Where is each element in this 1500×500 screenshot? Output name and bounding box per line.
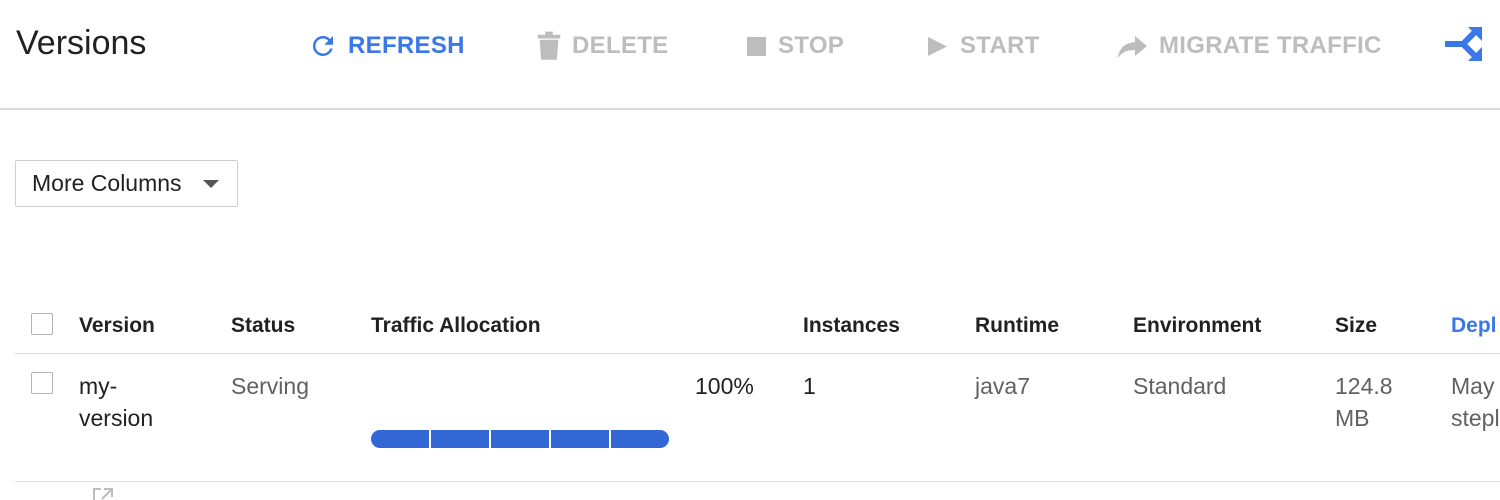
page-title: Versions	[16, 24, 147, 62]
delete-label: DELETE	[572, 32, 669, 59]
refresh-button[interactable]: REFRESH	[308, 28, 465, 64]
runtime-cell: java7	[975, 373, 1030, 399]
traffic-bar-segment	[491, 430, 549, 448]
split-traffic-icon	[1445, 27, 1482, 61]
traffic-bar-segment	[611, 430, 669, 448]
column-header-size[interactable]: Size	[1335, 314, 1377, 338]
more-columns-dropdown[interactable]: More Columns	[15, 160, 238, 207]
refresh-icon	[312, 35, 333, 56]
traffic-bar-segment	[431, 430, 489, 448]
stop-button[interactable]: STOP	[746, 28, 844, 64]
instances-cell[interactable]: 1	[803, 370, 816, 402]
size-cell: 124.8 MB	[1335, 370, 1393, 434]
start-button[interactable]: START	[926, 28, 1040, 64]
version-name[interactable]: my- version	[79, 370, 153, 434]
column-header-version[interactable]: Version	[79, 314, 155, 338]
version-name-line-1: my-	[79, 373, 118, 399]
deployed-cell: May stepl	[1451, 370, 1500, 434]
versions-table: Version Status Traffic Allocation Instan…	[15, 300, 1500, 500]
column-header-instances[interactable]: Instances	[803, 314, 900, 338]
traffic-percent: 100%	[695, 373, 754, 399]
size-unit: MB	[1335, 405, 1370, 431]
start-label: START	[960, 32, 1040, 59]
select-all-checkbox[interactable]	[31, 313, 53, 335]
stop-icon	[747, 37, 766, 56]
forward-arrow-icon	[1118, 36, 1147, 58]
more-columns-label: More Columns	[32, 170, 182, 196]
column-header-runtime[interactable]: Runtime	[975, 314, 1059, 338]
deployed-date: May	[1451, 373, 1495, 399]
environment-cell: Standard	[1133, 373, 1227, 399]
column-header-environment[interactable]: Environment	[1133, 314, 1261, 338]
deployed-by: stepl	[1451, 405, 1500, 431]
stop-label: STOP	[778, 32, 845, 59]
migrate-traffic-button[interactable]: MIGRATE TRAFFIC	[1117, 28, 1382, 64]
version-name-line-2: version	[79, 405, 154, 431]
table-header: Version Status Traffic Allocation Instan…	[15, 300, 1500, 354]
traffic-bar-segment	[551, 430, 609, 448]
migrate-traffic-label: MIGRATE TRAFFIC	[1159, 32, 1382, 59]
column-header-traffic-allocation[interactable]: Traffic Allocation	[371, 314, 541, 338]
open-in-new-icon[interactable]	[91, 486, 115, 500]
delete-button[interactable]: DELETE	[536, 28, 668, 64]
traffic-allocation-bar	[371, 430, 669, 448]
traffic-bar-segment	[371, 430, 429, 448]
caret-down-icon	[203, 180, 219, 188]
versions-page: Versions REFRESH DELETE STOP START MIGRA…	[0, 0, 1500, 500]
refresh-label: REFRESH	[348, 32, 465, 59]
trash-icon	[537, 31, 561, 60]
size-value: 124.8	[1335, 373, 1393, 399]
split-traffic-button[interactable]	[1443, 26, 1495, 62]
column-header-deployed[interactable]: Depl	[1451, 314, 1497, 338]
status-cell: Serving	[231, 373, 309, 399]
table-row: my- version Serving 100% 1 java7 Standar…	[15, 354, 1500, 500]
row-checkbox[interactable]	[31, 372, 53, 394]
toolbar: Versions REFRESH DELETE STOP START MIGRA…	[0, 0, 1500, 110]
column-header-status[interactable]: Status	[231, 314, 295, 338]
play-icon	[928, 37, 947, 56]
